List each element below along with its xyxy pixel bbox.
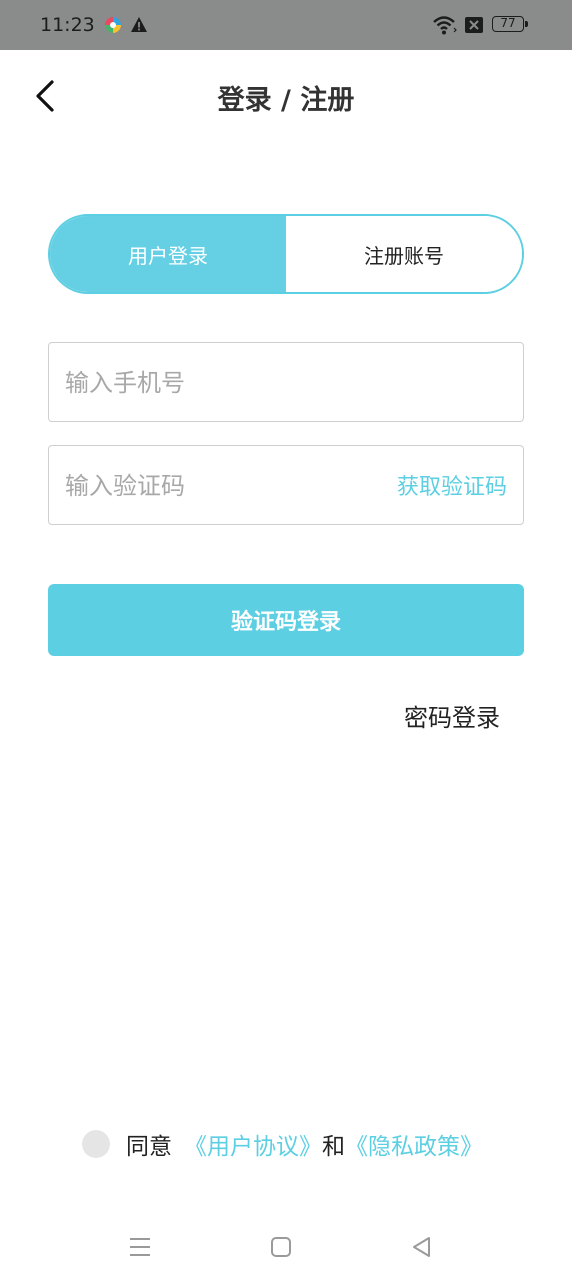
verification-code-input[interactable]	[63, 446, 367, 526]
alert-icon	[131, 17, 147, 32]
page-title: 登录 / 注册	[217, 85, 355, 116]
login-register-tabs: 用户登录 注册账号	[48, 214, 524, 294]
battery-icon: 77	[492, 16, 524, 32]
phone-field	[48, 342, 524, 423]
wifi-icon	[433, 16, 457, 35]
code-field: 获取验证码	[48, 445, 524, 526]
menu-icon[interactable]	[127, 1234, 153, 1260]
back-triangle-icon[interactable]	[409, 1234, 435, 1260]
home-icon[interactable]	[268, 1234, 294, 1260]
phone-input[interactable]	[63, 343, 507, 423]
tab-register-account[interactable]: 注册账号	[286, 216, 522, 292]
and-text: 和	[322, 1134, 345, 1160]
get-code-button[interactable]: 获取验证码	[397, 446, 507, 524]
password-login-link[interactable]: 密码登录	[404, 698, 500, 733]
user-agreement-link[interactable]: 《用户协议》	[184, 1127, 322, 1161]
agree-radio[interactable]	[82, 1130, 110, 1158]
system-nav-bar	[0, 1214, 572, 1280]
app-notification-icon	[105, 17, 121, 33]
tab-user-login[interactable]: 用户登录	[50, 216, 286, 292]
battery-tip	[525, 21, 528, 27]
sim-off-icon	[465, 17, 483, 33]
agree-label: 同意	[126, 1134, 172, 1160]
status-time: 11:23	[40, 14, 95, 36]
agreement-row: 同意 《用户协议》 和 《隐私政策》	[82, 1126, 483, 1162]
privacy-policy-link[interactable]: 《隐私政策》	[345, 1127, 483, 1161]
battery-level: 77	[500, 16, 516, 30]
code-login-button[interactable]: 验证码登录	[48, 584, 524, 656]
status-bar: 11:23 77	[0, 0, 572, 50]
